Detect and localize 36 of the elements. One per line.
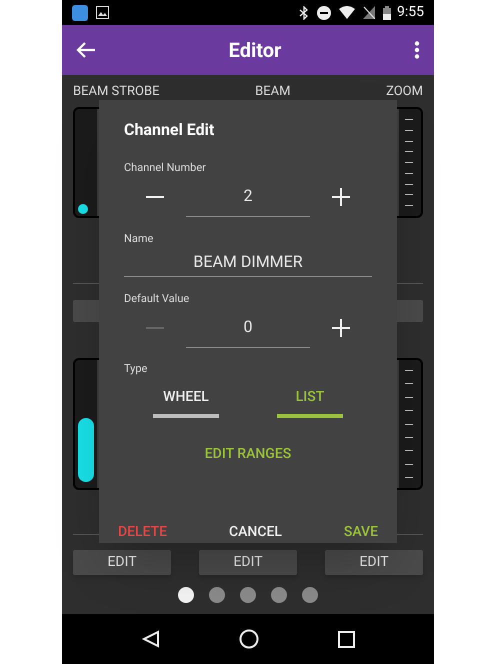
image-icon — [96, 6, 109, 19]
battery-icon — [383, 6, 391, 20]
plus-icon — [330, 186, 351, 206]
type-tab[interactable]: LIST — [277, 387, 343, 418]
bluetooth-icon — [299, 6, 309, 20]
edit-button[interactable]: EDIT — [73, 550, 171, 575]
back-arrow-icon[interactable] — [76, 41, 96, 59]
field-label: Default Value — [124, 291, 190, 307]
app-icon — [72, 4, 88, 20]
signal-icon — [363, 6, 375, 19]
number-field[interactable]: 2 — [186, 176, 310, 216]
edit-button[interactable]: EDIT — [325, 550, 423, 575]
screen-title: Editor — [228, 37, 282, 64]
clock: 9:55 — [397, 3, 424, 22]
field-label: Type — [124, 360, 148, 376]
fader-thumb[interactable] — [78, 204, 88, 214]
type-tab[interactable]: WHEEL — [153, 387, 219, 418]
field-label: Channel Number — [124, 160, 207, 176]
do-not-disturb-icon — [317, 6, 331, 20]
name-field[interactable]: BEAM DIMMER — [124, 247, 372, 277]
dialog-action-button[interactable]: CANCEL — [227, 522, 284, 543]
number-field[interactable]: 0 — [186, 308, 310, 348]
home-icon[interactable] — [238, 629, 258, 649]
field-label: Name — [124, 230, 154, 246]
column-header: ZOOM — [386, 85, 423, 98]
column-header: BEAM — [255, 85, 290, 98]
column-header: BEAM STROBE — [73, 85, 160, 98]
dialog-title: Channel Edit — [124, 119, 216, 141]
recent-apps-icon[interactable] — [338, 630, 354, 648]
more-options-icon[interactable] — [414, 41, 420, 59]
edit-ranges-button[interactable]: EDIT RANGES — [204, 444, 292, 465]
dialog-action-button[interactable]: SAVE — [342, 522, 380, 543]
plus-icon — [330, 318, 351, 338]
edit-button[interactable]: EDIT — [199, 550, 297, 575]
back-icon[interactable] — [142, 630, 160, 648]
wifi-icon — [339, 6, 355, 19]
